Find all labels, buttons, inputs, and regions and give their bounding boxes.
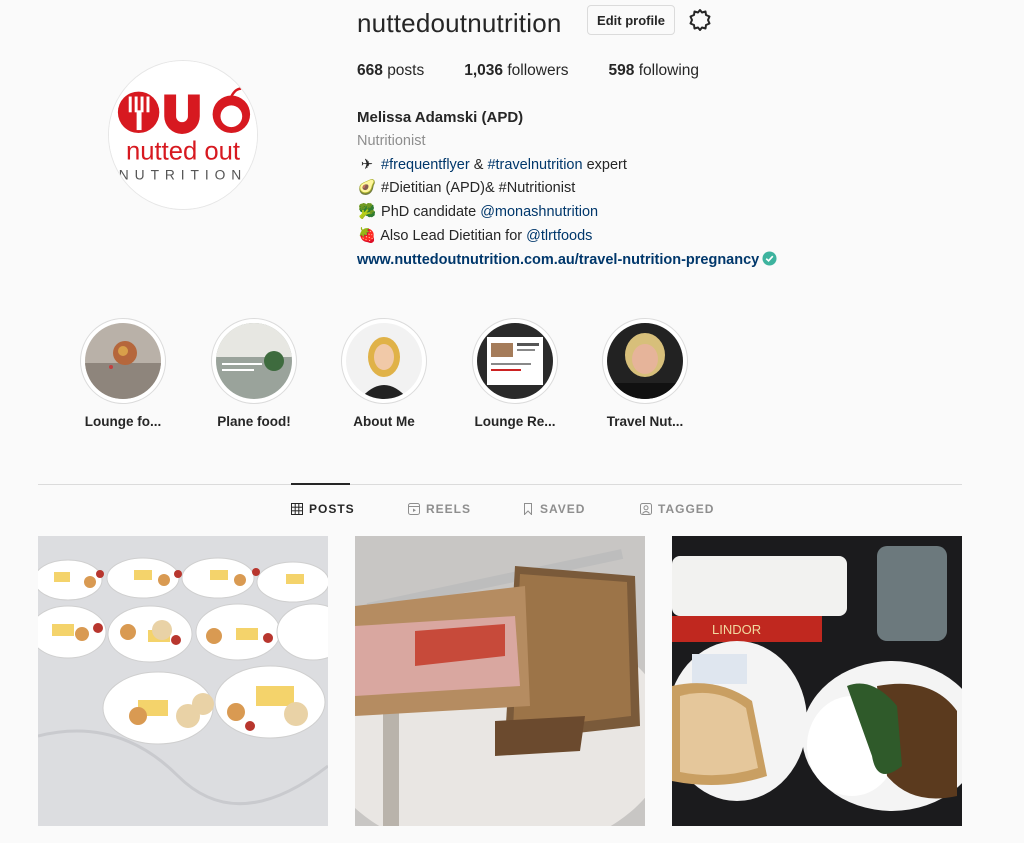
mention-link[interactable]: @monashnutrition xyxy=(480,204,598,220)
hashtag-link[interactable]: #frequentflyer xyxy=(381,157,470,173)
highlight-label: Plane food! xyxy=(217,414,291,429)
highlight-label: Lounge fo... xyxy=(84,414,162,429)
tab-label: SAVED xyxy=(540,502,586,516)
reels-icon xyxy=(408,503,420,515)
profile-username: nuttedoutnutrition xyxy=(357,8,562,38)
verified-check-icon xyxy=(762,251,777,266)
strawberry-icon: 🍓 xyxy=(357,227,377,244)
highlight-cover-image xyxy=(216,323,292,399)
bio-text: & xyxy=(473,156,484,173)
highlight-ring xyxy=(602,318,688,404)
highlight-travel-nutrition[interactable]: Travel Nut... xyxy=(595,318,695,429)
profile-bio: Melissa Adamski (APD) Nutritionist ✈ #fr… xyxy=(357,106,877,273)
stat-number: 668 xyxy=(357,62,383,79)
highlight-label: Lounge Re... xyxy=(474,414,556,429)
bio-text: #Dietitian (APD)& #Nutritionist xyxy=(381,180,576,197)
bio-line-2: 🥑 #Dietitian (APD)& #Nutritionist xyxy=(357,177,877,201)
highlight-lounge-food[interactable]: Lounge fo... xyxy=(73,318,173,429)
highlight-ring xyxy=(472,318,558,404)
tab-label: REELS xyxy=(426,502,472,516)
mention-link[interactable]: @tlrtfoods xyxy=(526,228,592,244)
highlight-ring xyxy=(80,318,166,404)
tab-posts[interactable]: POSTS xyxy=(291,502,355,516)
bio-line-4: 🍓 Also Lead Dietitian for @tlrtfoods xyxy=(357,225,877,249)
active-tab-indicator xyxy=(291,483,350,485)
bio-text: expert xyxy=(586,156,627,173)
highlight-cover-image xyxy=(85,323,161,399)
posts-count: 668 posts xyxy=(357,62,424,80)
grid-icon xyxy=(291,503,303,515)
tagged-icon xyxy=(640,503,652,515)
highlight-label: Travel Nut... xyxy=(606,414,684,429)
sandwich-photo-icon xyxy=(355,536,645,826)
logo-text-secondary: NUTRITION xyxy=(119,166,247,182)
post-thumbnail-1[interactable] xyxy=(38,536,328,826)
bio-text: Also Lead Dietitian for xyxy=(380,227,523,244)
highlight-plane-food[interactable]: Plane food! xyxy=(204,318,304,429)
profile-avatar[interactable]: nutted out NUTRITION xyxy=(108,60,258,210)
stat-label: following xyxy=(638,62,700,79)
tab-label: POSTS xyxy=(309,502,355,516)
highlight-ring xyxy=(341,318,427,404)
tab-saved[interactable]: SAVED xyxy=(522,502,585,516)
highlight-cover-image xyxy=(477,323,553,399)
tab-tagged[interactable]: TAGGED xyxy=(640,502,714,516)
highlight-label: About Me xyxy=(353,414,415,429)
stat-number: 598 xyxy=(608,62,635,79)
bio-line-3: 🥦 PhD candidate @monashnutrition xyxy=(357,201,877,225)
profile-category: Nutritionist xyxy=(357,132,426,149)
hashtag-link[interactable]: #travelnutrition xyxy=(487,157,582,173)
airplane-icon: ✈ xyxy=(360,156,374,173)
profile-full-name: Melissa Adamski (APD) xyxy=(357,109,524,126)
bookmark-icon xyxy=(524,503,532,515)
post-thumbnail-3[interactable]: LINDOR xyxy=(672,536,962,826)
highlight-ring xyxy=(211,318,297,404)
logo-text-primary: nutted out xyxy=(126,138,240,166)
post-thumbnail-2[interactable] xyxy=(355,536,645,826)
highlight-cover-image xyxy=(607,323,683,399)
broccoli-icon: 🥦 xyxy=(357,204,377,221)
tabs-divider xyxy=(38,484,962,485)
avocado-icon: 🥑 xyxy=(357,180,377,197)
highlight-about-me[interactable]: About Me xyxy=(334,318,434,429)
stat-label: followers xyxy=(507,62,569,79)
edit-profile-button[interactable]: Edit profile xyxy=(587,5,675,35)
highlight-lounge-review[interactable]: Lounge Re... xyxy=(465,318,565,429)
profile-stats: 668 posts 1,036 followers 598 following xyxy=(357,62,739,80)
followers-count[interactable]: 1,036 followers xyxy=(464,62,568,80)
highlight-cover-image xyxy=(346,323,422,399)
bio-website-line: www.nuttedoutnutrition.com.au/travel-nut… xyxy=(357,249,877,273)
bio-text: PhD candidate xyxy=(381,204,477,221)
tab-reels[interactable]: REELS xyxy=(408,502,471,516)
cheese-platters-photo-icon xyxy=(38,536,328,826)
tab-label: TAGGED xyxy=(658,502,715,516)
settings-gear-icon[interactable] xyxy=(688,8,712,32)
stat-number: 1,036 xyxy=(464,62,504,79)
chocolate-wrapper-text: LINDOR xyxy=(712,622,761,637)
nutted-out-logo-icon: nutted out NUTRITION xyxy=(109,61,257,209)
airline-meal-photo-icon: LINDOR xyxy=(672,536,962,826)
website-link[interactable]: www.nuttedoutnutrition.com.au/travel-nut… xyxy=(357,252,759,268)
bio-line-1: ✈ #frequentflyer & #travelnutrition expe… xyxy=(357,154,877,178)
stat-label: posts xyxy=(387,62,425,79)
following-count[interactable]: 598 following xyxy=(609,62,700,80)
